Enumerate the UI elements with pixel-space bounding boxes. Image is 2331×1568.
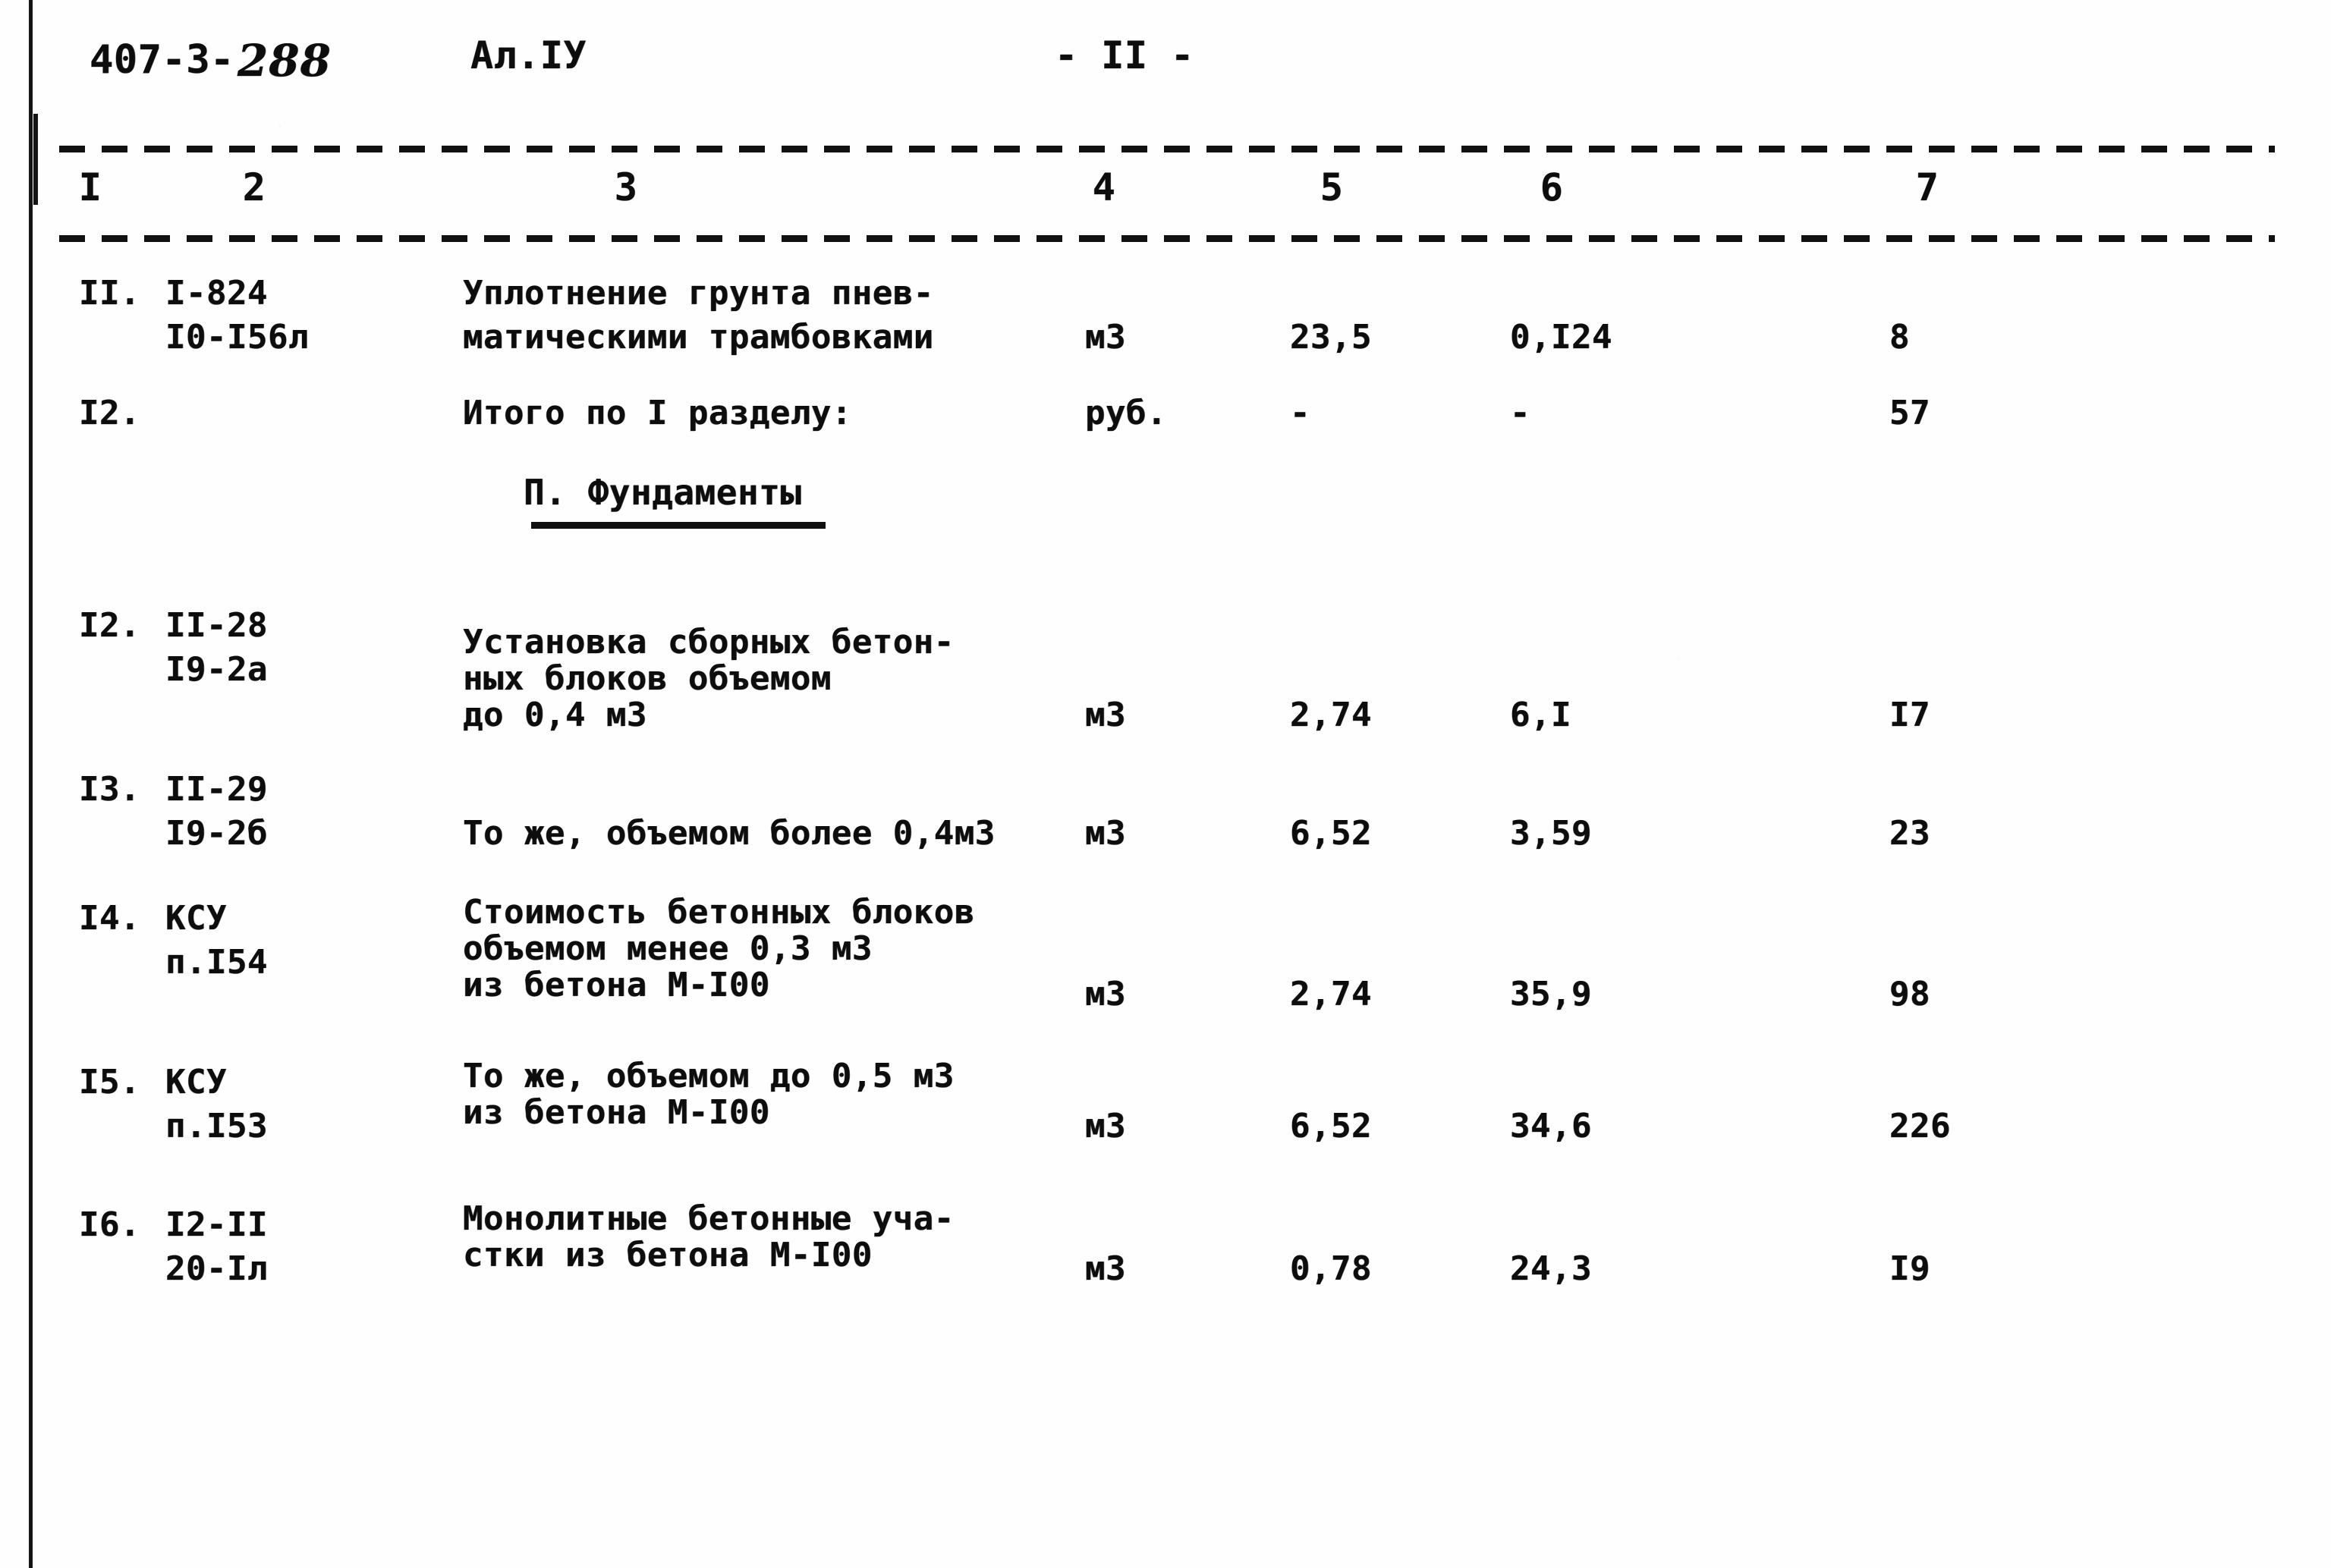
row-position: I2. — [79, 394, 140, 432]
row-position: I6. — [79, 1205, 140, 1244]
column-number-7: 7 — [1915, 165, 1939, 209]
row-unit: м3 — [1085, 1249, 1126, 1288]
row-quantity: 6,52 — [1290, 1107, 1372, 1145]
row-unit-price: 3,59 — [1510, 814, 1592, 853]
row-quantity: 2,74 — [1290, 975, 1372, 1013]
row-justification-1: II-28 — [165, 606, 268, 645]
row-unit: м3 — [1085, 814, 1126, 853]
row-unit-price: - — [1510, 394, 1530, 432]
row-unit: м3 — [1085, 1107, 1126, 1145]
row-justification-1: I-824 — [165, 274, 268, 313]
project-code-handwritten: 288 — [237, 35, 332, 86]
row-unit: м3 — [1085, 975, 1126, 1013]
column-number-1: I — [78, 165, 102, 209]
table-row: I6. I2-II 20-Iл Монолитные бетонные уча-… — [0, 1183, 2331, 1328]
row-name-line-2: из бетона М-I00 — [463, 1093, 770, 1132]
row-total: 57 — [1889, 394, 1930, 432]
row-name-line-1: Уплотнение грунта пнев- — [463, 274, 934, 313]
row-position: I5. — [79, 1063, 140, 1101]
row-justification-1: КСУ — [165, 899, 227, 938]
row-total: I9 — [1889, 1249, 1930, 1288]
row-name-line-3: из бетона М-I00 — [463, 966, 770, 1004]
row-total: 226 — [1889, 1107, 1951, 1145]
estimate-table: II. I-824 I0-I56л Уплотнение грунта пнев… — [0, 250, 2331, 1328]
table-row: I2. Итого по I разделу: руб. - - 57 — [0, 372, 2331, 463]
album-label: Ал.IУ — [470, 33, 587, 77]
row-quantity: 23,5 — [1290, 318, 1372, 357]
table-row: I5. КСУ п.I53 То же, объемом до 0,5 м3 и… — [0, 1039, 2331, 1183]
section-heading-row: П. Фундаменты — [0, 463, 2331, 577]
row-quantity: 2,74 — [1290, 696, 1372, 734]
row-justification-2: I9-2б — [165, 814, 268, 853]
column-number-5: 5 — [1320, 165, 1344, 209]
column-number-4: 4 — [1092, 165, 1116, 209]
row-name-line-2: матическими трамбовками — [463, 318, 934, 357]
column-number-2: 2 — [242, 165, 266, 209]
table-row: I2. II-28 I9-2а Установка сборных бетон-… — [0, 577, 2331, 751]
row-position: I2. — [79, 606, 140, 645]
row-unit-price: 0,I24 — [1510, 318, 1612, 357]
row-unit: м3 — [1085, 696, 1126, 734]
column-number-row: I 2 3 4 5 6 7 — [0, 165, 2331, 226]
row-unit-price: 24,3 — [1510, 1249, 1592, 1288]
row-name-line-2: стки из бетона М-I00 — [463, 1236, 873, 1274]
row-justification-2: I9-2а — [165, 650, 268, 689]
document-header: 407-3-288 Ал.IУ - II - — [0, 32, 2331, 93]
column-number-3: 3 — [614, 165, 638, 209]
row-position: II. — [79, 274, 140, 313]
row-total: 23 — [1889, 814, 1930, 853]
row-unit-price: 6,I — [1510, 696, 1571, 734]
row-position: I4. — [79, 899, 140, 938]
row-quantity: 6,52 — [1290, 814, 1372, 853]
column-number-6: 6 — [1540, 165, 1564, 209]
row-position: I3. — [79, 770, 140, 809]
row-unit-price: 35,9 — [1510, 975, 1592, 1013]
table-row: I4. КСУ п.I54 Стоимость бетонных блоков … — [0, 880, 2331, 1039]
section-heading-underline — [531, 522, 826, 529]
row-unit-price: 34,6 — [1510, 1107, 1592, 1145]
section-heading: П. Фундаменты — [524, 472, 802, 513]
row-justification-2: 20-Iл — [165, 1249, 268, 1288]
table-row: II. I-824 I0-I56л Уплотнение грунта пнев… — [0, 250, 2331, 372]
scanned-page: 407-3-288 Ал.IУ - II - I 2 3 4 5 6 7 II.… — [0, 0, 2331, 1568]
row-unit: м3 — [1085, 318, 1126, 357]
row-justification-2: п.I54 — [165, 943, 268, 982]
row-unit: руб. — [1085, 394, 1167, 432]
project-code: 407-3-288 — [90, 32, 332, 86]
row-justification-1: II-29 — [165, 770, 268, 809]
row-justification-2: I0-I56л — [165, 318, 309, 357]
project-code-typed: 407-3- — [90, 37, 234, 83]
row-name-line-2: То же, объемом более 0,4м3 — [463, 814, 996, 853]
row-total: 8 — [1889, 318, 1910, 357]
row-quantity: 0,78 — [1290, 1249, 1372, 1288]
row-justification-1: I2-II — [165, 1205, 268, 1244]
row-total: 98 — [1889, 975, 1930, 1013]
table-top-dashed-rule — [59, 146, 2275, 152]
table-header-dashed-rule — [59, 235, 2275, 242]
row-total: I7 — [1889, 696, 1930, 734]
row-justification-1: КСУ — [165, 1063, 227, 1101]
row-name-line-3: до 0,4 м3 — [463, 696, 647, 734]
table-row: I3. II-29 I9-2б То же, объемом более 0,4… — [0, 751, 2331, 880]
row-name-line-1: Итого по I разделу: — [463, 394, 852, 432]
row-justification-2: п.I53 — [165, 1107, 268, 1145]
row-quantity: - — [1290, 394, 1310, 432]
page-marker: - II - — [1055, 33, 1194, 77]
